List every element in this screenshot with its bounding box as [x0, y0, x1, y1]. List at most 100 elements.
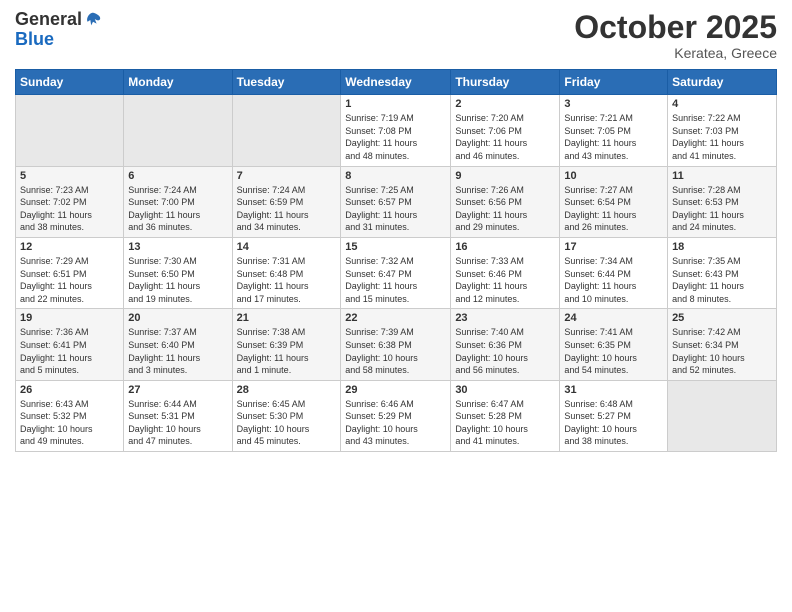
day-number: 16: [455, 241, 555, 253]
location-subtitle: Keratea, Greece: [574, 45, 777, 61]
calendar-cell: 31Sunrise: 6:48 AM Sunset: 5:27 PM Dayli…: [560, 380, 668, 451]
day-info: Sunrise: 6:45 AM Sunset: 5:30 PM Dayligh…: [237, 398, 337, 448]
day-info: Sunrise: 7:36 AM Sunset: 6:41 PM Dayligh…: [20, 326, 119, 376]
day-info: Sunrise: 7:28 AM Sunset: 6:53 PM Dayligh…: [672, 184, 772, 234]
day-number: 27: [128, 384, 227, 396]
day-info: Sunrise: 7:26 AM Sunset: 6:56 PM Dayligh…: [455, 184, 555, 234]
logo-bird-icon: [84, 11, 102, 29]
calendar-cell: 18 Sunrise: 7:35 AM Sunset: 6:43 PM Dayli…: [668, 237, 777, 308]
calendar-cell: 22 Sunrise: 7:39 AM Sunset: 6:38 PM Dayli…: [341, 309, 451, 380]
logo-blue-text: Blue: [15, 30, 102, 50]
day-info: Sunrise: 6:44 AM Sunset: 5:31 PM Dayligh…: [128, 398, 227, 448]
calendar-cell: 24 Sunrise: 7:41 AM Sunset: 6:35 PM Dayli…: [560, 309, 668, 380]
day-info: Sunrise: 7:40 AM Sunset: 6:36 PM Dayligh…: [455, 326, 555, 376]
day-info: Sunrise: 7:21 AM Sunset: 7:05 PM Dayligh…: [564, 112, 663, 162]
page: General Blue October 2025 Keratea, Greec…: [0, 0, 792, 612]
day-number: 11: [672, 170, 772, 182]
calendar-cell: 6Sunrise: 7:24 AM Sunset: 7:00 PM Daylig…: [124, 166, 232, 237]
day-info: Sunrise: 7:35 AM Sunset: 6:43 PM Dayligh…: [672, 255, 772, 305]
calendar-cell: 19Sunrise: 7:36 AM Sunset: 6:41 PM Dayli…: [16, 309, 124, 380]
day-number: 2: [455, 98, 555, 110]
col-tuesday: Tuesday: [232, 70, 341, 95]
day-info: Sunrise: 6:46 AM Sunset: 5:29 PM Dayligh…: [345, 398, 446, 448]
day-number: 6: [128, 170, 227, 182]
day-number: 29: [345, 384, 446, 396]
calendar-cell: 7 Sunrise: 7:24 AM Sunset: 6:59 PM Daylig…: [232, 166, 341, 237]
day-info: Sunrise: 7:34 AM Sunset: 6:44 PM Dayligh…: [564, 255, 663, 305]
calendar-cell: 8 Sunrise: 7:25 AM Sunset: 6:57 PM Daylig…: [341, 166, 451, 237]
day-info: Sunrise: 6:47 AM Sunset: 5:28 PM Dayligh…: [455, 398, 555, 448]
calendar-cell: 2 Sunrise: 7:20 AM Sunset: 7:06 PM Daylig…: [451, 95, 560, 166]
day-number: 25: [672, 312, 772, 324]
month-title: October 2025: [574, 10, 777, 45]
day-number: 7: [237, 170, 337, 182]
col-monday: Monday: [124, 70, 232, 95]
day-number: 22: [345, 312, 446, 324]
day-info: Sunrise: 7:20 AM Sunset: 7:06 PM Dayligh…: [455, 112, 555, 162]
calendar-cell: 28 Sunrise: 6:45 AM Sunset: 5:30 PM Dayli…: [232, 380, 341, 451]
calendar-cell: 4 Sunrise: 7:22 AM Sunset: 7:03 PM Daylig…: [668, 95, 777, 166]
calendar-cell: [232, 95, 341, 166]
day-number: 9: [455, 170, 555, 182]
week-row-4: 19Sunrise: 7:36 AM Sunset: 6:41 PM Dayli…: [16, 309, 777, 380]
week-row-1: 1Sunrise: 7:19 AM Sunset: 7:08 PM Daylig…: [16, 95, 777, 166]
day-number: 4: [672, 98, 772, 110]
calendar-cell: 11 Sunrise: 7:28 AM Sunset: 6:53 PM Dayli…: [668, 166, 777, 237]
day-number: 8: [345, 170, 446, 182]
col-sunday: Sunday: [16, 70, 124, 95]
day-number: 21: [237, 312, 337, 324]
day-info: Sunrise: 7:33 AM Sunset: 6:46 PM Dayligh…: [455, 255, 555, 305]
day-info: Sunrise: 7:27 AM Sunset: 6:54 PM Dayligh…: [564, 184, 663, 234]
calendar-cell: 10Sunrise: 7:27 AM Sunset: 6:54 PM Dayli…: [560, 166, 668, 237]
day-number: 30: [455, 384, 555, 396]
calendar-cell: 23 Sunrise: 7:40 AM Sunset: 6:36 PM Dayli…: [451, 309, 560, 380]
calendar-cell: 17 Sunrise: 7:34 AM Sunset: 6:44 PM Dayli…: [560, 237, 668, 308]
calendar-cell: 15 Sunrise: 7:32 AM Sunset: 6:47 PM Dayli…: [341, 237, 451, 308]
calendar-cell: 29 Sunrise: 6:46 AM Sunset: 5:29 PM Dayli…: [341, 380, 451, 451]
col-saturday: Saturday: [668, 70, 777, 95]
day-info: Sunrise: 7:32 AM Sunset: 6:47 PM Dayligh…: [345, 255, 446, 305]
week-row-3: 12Sunrise: 7:29 AM Sunset: 6:51 PM Dayli…: [16, 237, 777, 308]
calendar-header-row: Sunday Monday Tuesday Wednesday Thursday…: [16, 70, 777, 95]
header: General Blue October 2025 Keratea, Greec…: [15, 10, 777, 61]
day-info: Sunrise: 7:39 AM Sunset: 6:38 PM Dayligh…: [345, 326, 446, 376]
day-info: Sunrise: 7:29 AM Sunset: 6:51 PM Dayligh…: [20, 255, 119, 305]
day-number: 1: [345, 98, 446, 110]
day-info: Sunrise: 6:48 AM Sunset: 5:27 PM Dayligh…: [564, 398, 663, 448]
col-wednesday: Wednesday: [341, 70, 451, 95]
day-number: 18: [672, 241, 772, 253]
calendar-cell: 16 Sunrise: 7:33 AM Sunset: 6:46 PM Dayli…: [451, 237, 560, 308]
calendar-cell: [124, 95, 232, 166]
col-friday: Friday: [560, 70, 668, 95]
day-info: Sunrise: 7:38 AM Sunset: 6:39 PM Dayligh…: [237, 326, 337, 376]
day-info: Sunrise: 7:41 AM Sunset: 6:35 PM Dayligh…: [564, 326, 663, 376]
calendar-cell: 26 Sunrise: 6:43 AM Sunset: 5:32 PM Dayli…: [16, 380, 124, 451]
day-info: Sunrise: 7:22 AM Sunset: 7:03 PM Dayligh…: [672, 112, 772, 162]
day-number: 23: [455, 312, 555, 324]
day-info: Sunrise: 7:37 AM Sunset: 6:40 PM Dayligh…: [128, 326, 227, 376]
calendar-cell: 12Sunrise: 7:29 AM Sunset: 6:51 PM Dayli…: [16, 237, 124, 308]
logo: General Blue: [15, 10, 102, 50]
calendar-cell: 27 Sunrise: 6:44 AM Sunset: 5:31 PM Dayli…: [124, 380, 232, 451]
calendar-cell: 21 Sunrise: 7:38 AM Sunset: 6:39 PM Dayli…: [232, 309, 341, 380]
day-number: 28: [237, 384, 337, 396]
day-number: 17: [564, 241, 663, 253]
day-info: Sunrise: 6:43 AM Sunset: 5:32 PM Dayligh…: [20, 398, 119, 448]
day-number: 13: [128, 241, 227, 253]
col-thursday: Thursday: [451, 70, 560, 95]
day-number: 24: [564, 312, 663, 324]
day-info: Sunrise: 7:30 AM Sunset: 6:50 PM Dayligh…: [128, 255, 227, 305]
day-number: 14: [237, 241, 337, 253]
calendar-cell: 13 Sunrise: 7:30 AM Sunset: 6:50 PM Dayli…: [124, 237, 232, 308]
day-number: 15: [345, 241, 446, 253]
calendar-cell: 5Sunrise: 7:23 AM Sunset: 7:02 PM Daylig…: [16, 166, 124, 237]
logo-general-text: General: [15, 10, 82, 30]
day-number: 26: [20, 384, 119, 396]
day-info: Sunrise: 7:31 AM Sunset: 6:48 PM Dayligh…: [237, 255, 337, 305]
day-info: Sunrise: 7:24 AM Sunset: 6:59 PM Dayligh…: [237, 184, 337, 234]
week-row-5: 26 Sunrise: 6:43 AM Sunset: 5:32 PM Dayli…: [16, 380, 777, 451]
title-block: October 2025 Keratea, Greece: [574, 10, 777, 61]
calendar-cell: 3Sunrise: 7:21 AM Sunset: 7:05 PM Daylig…: [560, 95, 668, 166]
day-info: Sunrise: 7:25 AM Sunset: 6:57 PM Dayligh…: [345, 184, 446, 234]
calendar-cell: 30 Sunrise: 6:47 AM Sunset: 5:28 PM Dayli…: [451, 380, 560, 451]
